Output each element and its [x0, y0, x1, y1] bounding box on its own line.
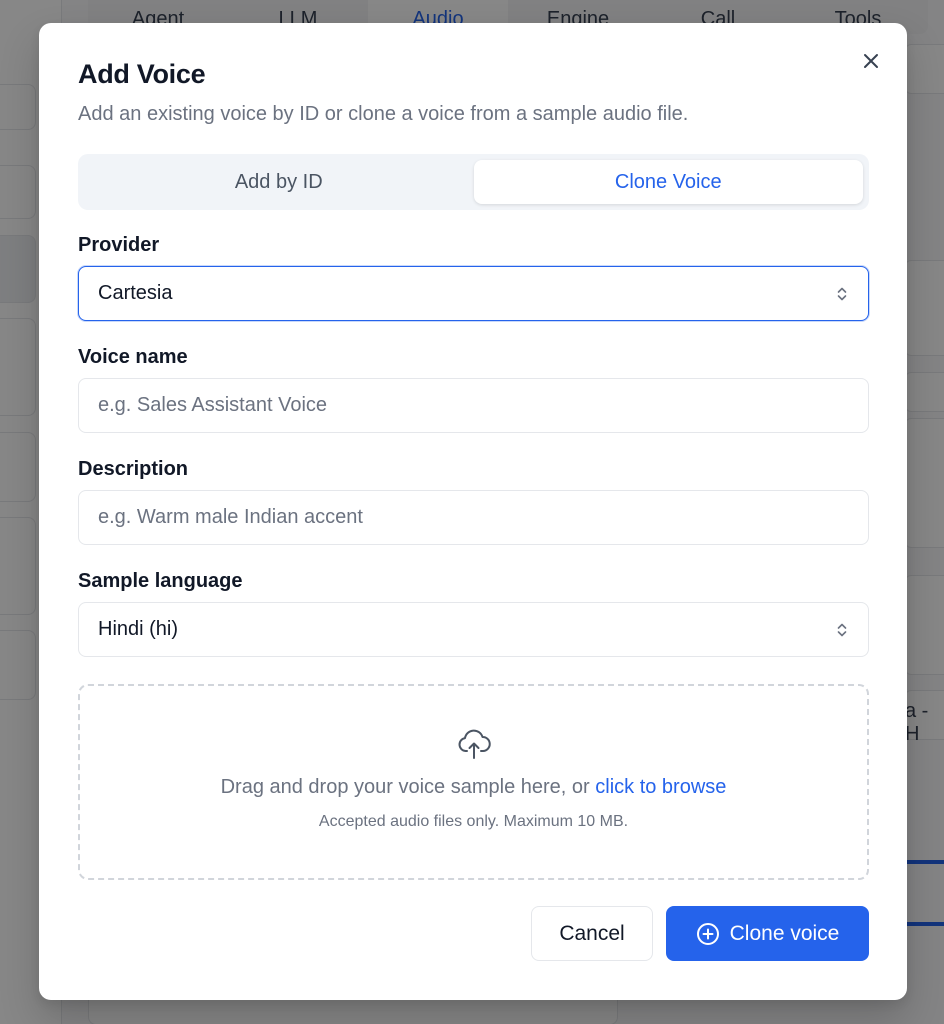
- voice-name-label: Voice name: [78, 346, 188, 368]
- close-button[interactable]: [859, 49, 883, 73]
- cancel-button[interactable]: Cancel: [531, 906, 653, 961]
- sample-language-label: Sample language: [78, 570, 243, 592]
- provider-value: Cartesia: [98, 282, 173, 304]
- provider-select[interactable]: Cartesia: [78, 266, 869, 321]
- tab-clone-voice[interactable]: Clone Voice: [473, 160, 863, 204]
- description-input[interactable]: [78, 490, 869, 545]
- browse-link[interactable]: click to browse: [595, 776, 726, 798]
- voice-name-input[interactable]: [78, 378, 869, 433]
- dialog-title: Add Voice: [78, 59, 206, 89]
- mode-tabs: Add by ID Clone Voice: [78, 154, 869, 210]
- clone-voice-button[interactable]: Clone voice: [666, 906, 869, 961]
- sample-language-value: Hindi (hi): [98, 618, 179, 640]
- chevron-up-down-icon: [835, 620, 849, 640]
- clone-voice-label: Clone voice: [729, 921, 840, 945]
- cloud-upload-icon: [458, 729, 491, 759]
- dropzone-instructions: Drag and drop your voice sample here, or…: [221, 776, 727, 799]
- sample-language-select[interactable]: Hindi (hi): [78, 602, 869, 657]
- description-label: Description: [78, 458, 189, 480]
- chevron-up-down-icon: [835, 284, 849, 304]
- add-voice-dialog: Add Voice Add an existing voice by ID or…: [39, 23, 907, 1000]
- close-icon: [864, 54, 878, 68]
- dropzone-hint: Accepted audio files only. Maximum 10 MB…: [318, 813, 629, 830]
- voice-sample-dropzone[interactable]: Drag and drop your voice sample here, or…: [78, 684, 869, 880]
- plus-circle-icon: [696, 922, 719, 945]
- provider-label: Provider: [78, 234, 160, 256]
- tab-add-by-id[interactable]: Add by ID: [84, 160, 474, 204]
- dropzone-text: Drag and drop your voice sample here, or: [220, 776, 590, 798]
- dialog-subtitle: Add an existing voice by ID or clone a v…: [78, 103, 689, 125]
